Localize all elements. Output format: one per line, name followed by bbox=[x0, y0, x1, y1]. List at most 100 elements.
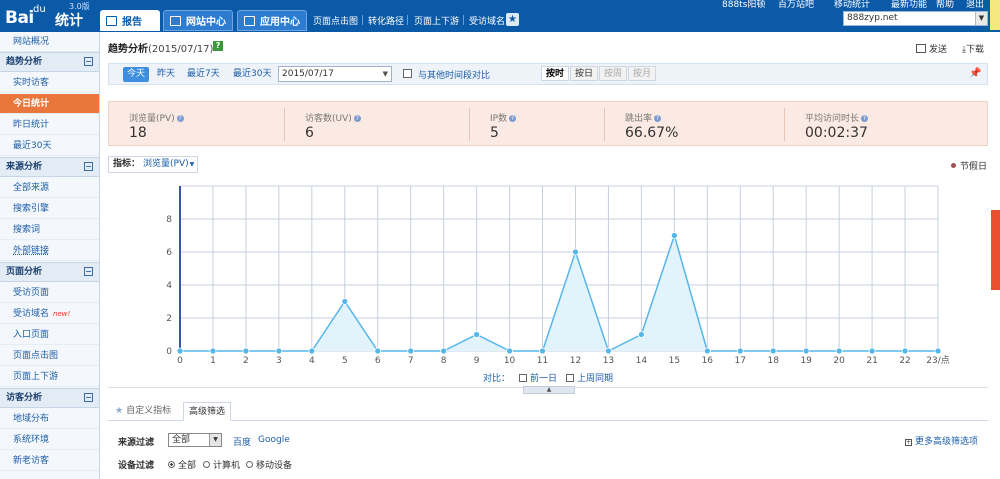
granularity-day[interactable]: 按日 bbox=[570, 66, 599, 81]
sidebar-item-realtime[interactable]: 实时访客 bbox=[0, 73, 99, 93]
link-conversion-path[interactable]: 转化路径 bbox=[368, 14, 404, 27]
data-point[interactable] bbox=[802, 347, 810, 355]
data-point[interactable] bbox=[901, 347, 909, 355]
sidebar-item-new-old-visitors[interactable]: 新老访客 bbox=[0, 451, 99, 471]
data-point[interactable] bbox=[934, 347, 942, 355]
quick-today[interactable]: 今天 bbox=[123, 67, 149, 82]
collapse-icon[interactable]: − bbox=[84, 162, 93, 171]
link-baidu-tieba[interactable]: 百万站吧 bbox=[778, 0, 814, 10]
link-page-flow[interactable]: 页面上下游 bbox=[414, 14, 459, 27]
sidebar-item-click-map[interactable]: 页面点击图 bbox=[0, 346, 99, 366]
link-help[interactable]: 帮助 bbox=[936, 0, 954, 10]
data-point[interactable] bbox=[835, 347, 843, 355]
sidebar-group-visitor[interactable]: 访客分析 − bbox=[0, 388, 99, 408]
tab-custom-metrics[interactable]: ★ 自定义指标 bbox=[110, 402, 176, 421]
quick-last7[interactable]: 最近7天 bbox=[187, 67, 220, 82]
pin-icon[interactable]: 📌 bbox=[969, 68, 981, 79]
download-button[interactable]: ⤓下载 bbox=[962, 42, 984, 55]
data-point[interactable] bbox=[572, 248, 579, 256]
sidebar-group-source[interactable]: 来源分析 − bbox=[0, 157, 99, 177]
collapse-icon[interactable]: − bbox=[84, 393, 93, 402]
source-filter-select[interactable]: 全部 ▼ bbox=[168, 433, 222, 447]
compare-checkbox[interactable] bbox=[403, 69, 412, 78]
sidebar-group-trend[interactable]: 趋势分析 − bbox=[0, 52, 99, 72]
metric-select[interactable]: 指标： 浏览量(PV)▼ bbox=[108, 156, 198, 173]
link-new-features[interactable]: 最新功能 bbox=[891, 0, 927, 10]
data-point[interactable] bbox=[605, 347, 612, 355]
collapse-icon[interactable]: − bbox=[84, 57, 93, 66]
tab-site-center[interactable]: 网站中心 bbox=[163, 10, 233, 31]
sidebar-item-all-sources[interactable]: 全部来源 bbox=[0, 178, 99, 198]
sidebar-item-last30[interactable]: 最近30天 bbox=[0, 136, 99, 156]
tab-app-center[interactable]: 应用中心 bbox=[237, 10, 307, 31]
data-point[interactable] bbox=[539, 347, 546, 355]
data-point[interactable] bbox=[769, 347, 777, 355]
info-icon[interactable]: ? bbox=[176, 115, 184, 122]
data-point[interactable] bbox=[275, 347, 283, 355]
quick-last30[interactable]: 最近30天 bbox=[233, 67, 271, 82]
sidebar-item-region[interactable]: 地域分布 bbox=[0, 409, 99, 429]
data-point[interactable] bbox=[341, 298, 349, 305]
site-select[interactable]: 888zyp.net ▼ bbox=[843, 11, 988, 26]
granularity-hour[interactable]: 按时 bbox=[541, 66, 570, 81]
data-point[interactable] bbox=[308, 347, 316, 355]
sidebar-item-system-env[interactable]: 系统环境 bbox=[0, 430, 99, 450]
sidebar-item-site-overview[interactable]: 网站概况 bbox=[0, 32, 99, 52]
granularity-week[interactable]: 按周 bbox=[599, 66, 628, 81]
logo[interactable]: Bai du 统计 3.0版 bbox=[5, 2, 95, 30]
data-point[interactable] bbox=[506, 347, 513, 355]
source-link-google[interactable]: Google bbox=[258, 435, 290, 445]
sidebar-item-entry-pages[interactable]: 入口页面 bbox=[0, 325, 99, 345]
sidebar-item-external-links[interactable]: 外部链接 bbox=[0, 241, 99, 261]
collapse-handle[interactable]: ▲ bbox=[523, 386, 575, 394]
sidebar-group-page[interactable]: 页面分析 − bbox=[0, 262, 99, 282]
tab-advanced-filter[interactable]: 高级筛选 bbox=[183, 402, 232, 421]
info-icon[interactable]: ? bbox=[353, 115, 361, 122]
sidebar-item-search-words[interactable]: 搜索词 bbox=[0, 220, 99, 240]
tab-report[interactable]: 报告 bbox=[100, 10, 160, 31]
holiday-toggle[interactable]: 节假日 bbox=[951, 159, 987, 172]
sidebar-item-search-engine[interactable]: 搜索引擎 bbox=[0, 199, 99, 219]
data-point[interactable] bbox=[868, 347, 876, 355]
sidebar-item-page-flow[interactable]: 页面上下游 bbox=[0, 367, 99, 387]
compare-last-week-checkbox[interactable] bbox=[566, 374, 575, 382]
edge-tab[interactable] bbox=[990, 0, 1000, 30]
date-picker[interactable]: 2015/07/17 ▼ bbox=[278, 66, 392, 82]
quick-yesterday[interactable]: 昨天 bbox=[157, 67, 175, 82]
compare-prev-day-checkbox[interactable] bbox=[519, 374, 528, 382]
data-point[interactable] bbox=[242, 347, 250, 355]
info-icon[interactable]: ? bbox=[654, 115, 662, 122]
device-radio-computer[interactable]: 计算机 bbox=[203, 458, 240, 471]
data-point[interactable] bbox=[473, 331, 481, 338]
link-mobile-stats[interactable]: 移动统计 bbox=[834, 0, 870, 10]
data-point[interactable] bbox=[176, 347, 184, 355]
data-point[interactable] bbox=[209, 347, 217, 355]
link-visited-domains[interactable]: 受访域名 bbox=[469, 14, 505, 27]
star-icon[interactable]: ★ bbox=[506, 13, 519, 26]
link-page-click-map[interactable]: 页面点击图 bbox=[313, 14, 358, 27]
data-point[interactable] bbox=[736, 347, 744, 355]
data-point[interactable] bbox=[440, 347, 448, 355]
link-username[interactable]: 888ts阳顿 bbox=[722, 0, 765, 10]
more-filters-link[interactable]: + 更多高级筛选项 bbox=[905, 434, 978, 447]
send-button[interactable]: 发送 bbox=[916, 42, 947, 55]
feedback-tab[interactable] bbox=[991, 210, 1000, 290]
sidebar-item-visited-pages[interactable]: 受访页面 bbox=[0, 283, 99, 303]
info-icon[interactable]: ? bbox=[861, 115, 869, 122]
data-point[interactable] bbox=[670, 232, 678, 239]
sidebar-item-visited-domains[interactable]: 受访域名 new! bbox=[0, 304, 99, 324]
device-radio-all[interactable]: 全部 bbox=[168, 458, 196, 471]
collapse-icon[interactable]: − bbox=[84, 267, 93, 276]
data-point[interactable] bbox=[637, 331, 645, 338]
data-point[interactable] bbox=[407, 347, 415, 355]
sidebar-item-yesterday[interactable]: 昨日统计 bbox=[0, 115, 99, 135]
granularity-month[interactable]: 按月 bbox=[628, 66, 657, 81]
help-icon[interactable]: ? bbox=[213, 41, 223, 51]
link-logout[interactable]: 退出 bbox=[966, 0, 984, 10]
source-link-baidu[interactable]: 百度 bbox=[233, 435, 251, 448]
sidebar-item-today[interactable]: 今日统计 bbox=[0, 94, 99, 114]
device-radio-mobile[interactable]: 移动设备 bbox=[246, 458, 292, 471]
data-point[interactable] bbox=[703, 347, 711, 355]
info-icon[interactable]: ? bbox=[509, 115, 517, 122]
data-point[interactable] bbox=[374, 347, 382, 355]
